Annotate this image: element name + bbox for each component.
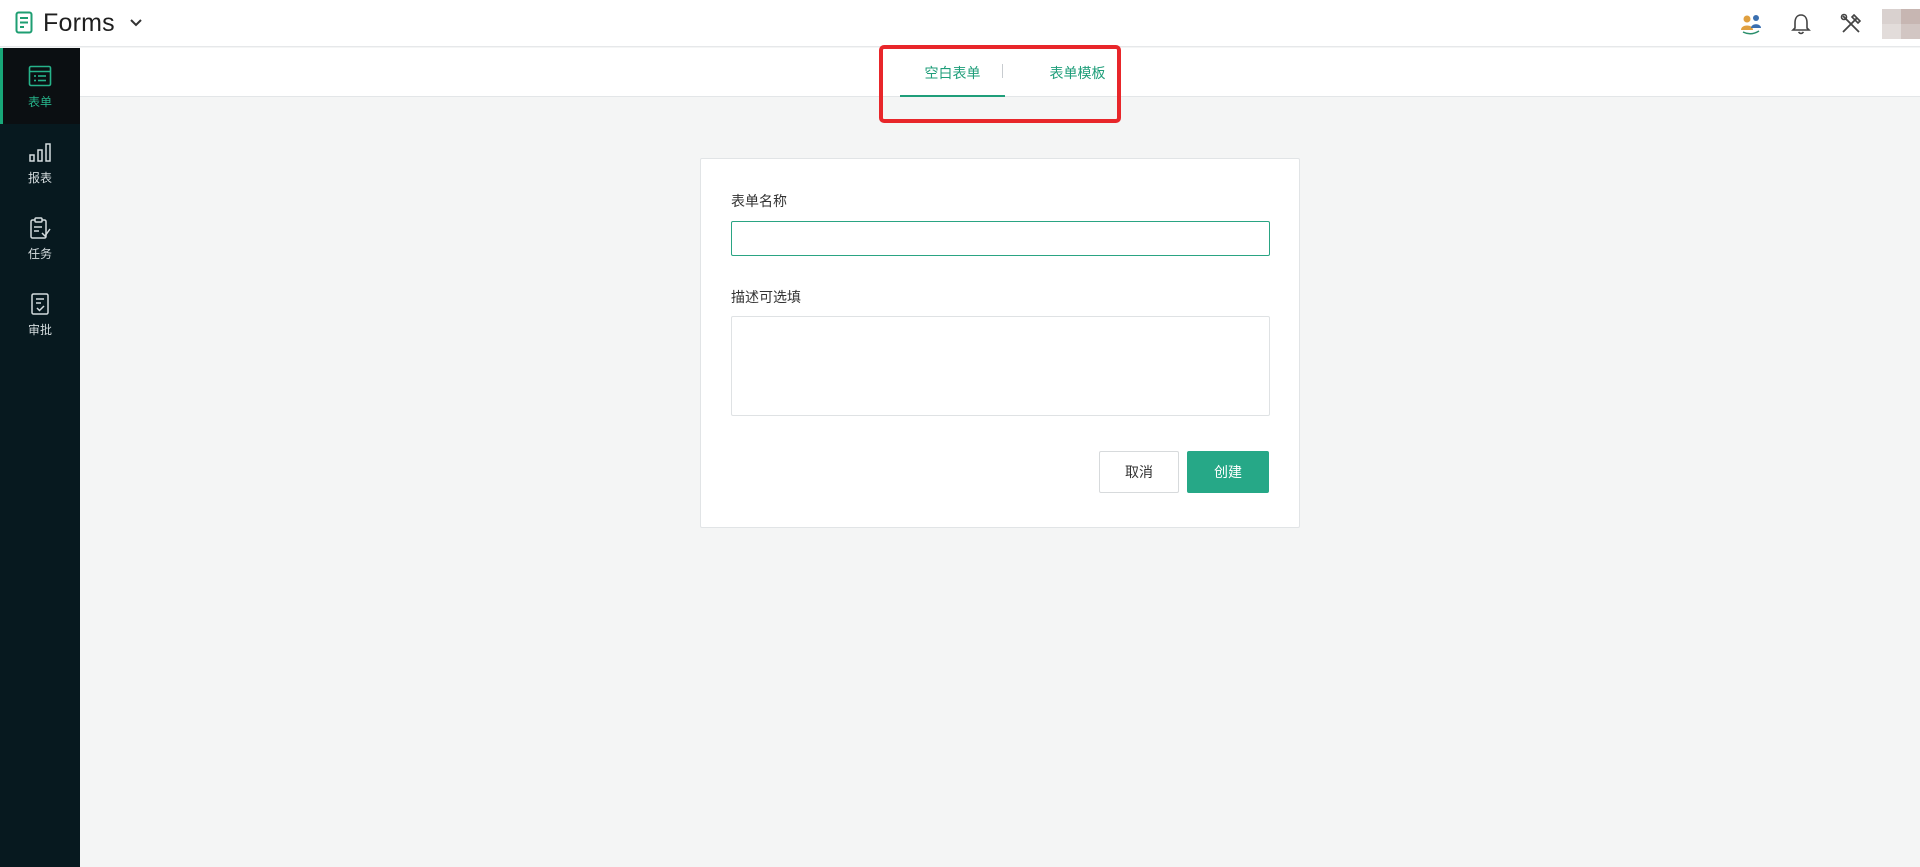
sidebar-item-forms[interactable]: 表单: [0, 48, 80, 124]
form-name-label: 表单名称: [731, 194, 787, 210]
sidebar-item-tasks[interactable]: 任务: [0, 200, 80, 276]
sidebar-item-label: 表单: [27, 94, 52, 109]
bell-icon[interactable]: [1776, 0, 1826, 47]
forms-logo-icon: [15, 10, 37, 36]
tab-blank-form[interactable]: 空白表单: [900, 48, 1005, 97]
form-name-input[interactable]: [731, 221, 1270, 256]
approval-icon: [27, 291, 53, 317]
tab-form-template[interactable]: 表单模板: [1030, 48, 1125, 97]
create-form-card: 表单名称 描述可选填 取消 创建: [700, 158, 1300, 528]
app-brand: Forms: [15, 0, 145, 47]
form-description-input[interactable]: [731, 316, 1270, 416]
tabs-bar: 空白表单 表单模板: [80, 48, 1920, 97]
team-icon[interactable]: [1726, 0, 1776, 47]
tab-divider: [1002, 64, 1003, 78]
form-description-label: 描述可选填: [731, 290, 801, 306]
sidebar-item-approvals[interactable]: 审批: [0, 276, 80, 352]
sidebar-item-reports[interactable]: 报表: [0, 124, 80, 200]
chevron-down-icon[interactable]: [129, 15, 145, 31]
bar-chart-icon: [27, 139, 53, 165]
form-list-icon: [27, 63, 53, 89]
create-button[interactable]: 创建: [1187, 451, 1269, 493]
sidebar-item-label: 报表: [27, 170, 52, 185]
clipboard-icon: [27, 215, 53, 241]
tools-icon[interactable]: [1826, 0, 1876, 47]
header-actions: [1726, 0, 1920, 47]
top-bar: Forms: [0, 0, 1920, 47]
app-title: Forms: [43, 8, 115, 37]
sidebar-item-label: 任务: [27, 246, 52, 261]
sidebar-item-label: 审批: [27, 322, 52, 337]
cancel-button[interactable]: 取消: [1099, 451, 1179, 493]
sidebar: 表单 报表 任务 审批: [0, 48, 80, 867]
avatar[interactable]: [1882, 8, 1920, 39]
